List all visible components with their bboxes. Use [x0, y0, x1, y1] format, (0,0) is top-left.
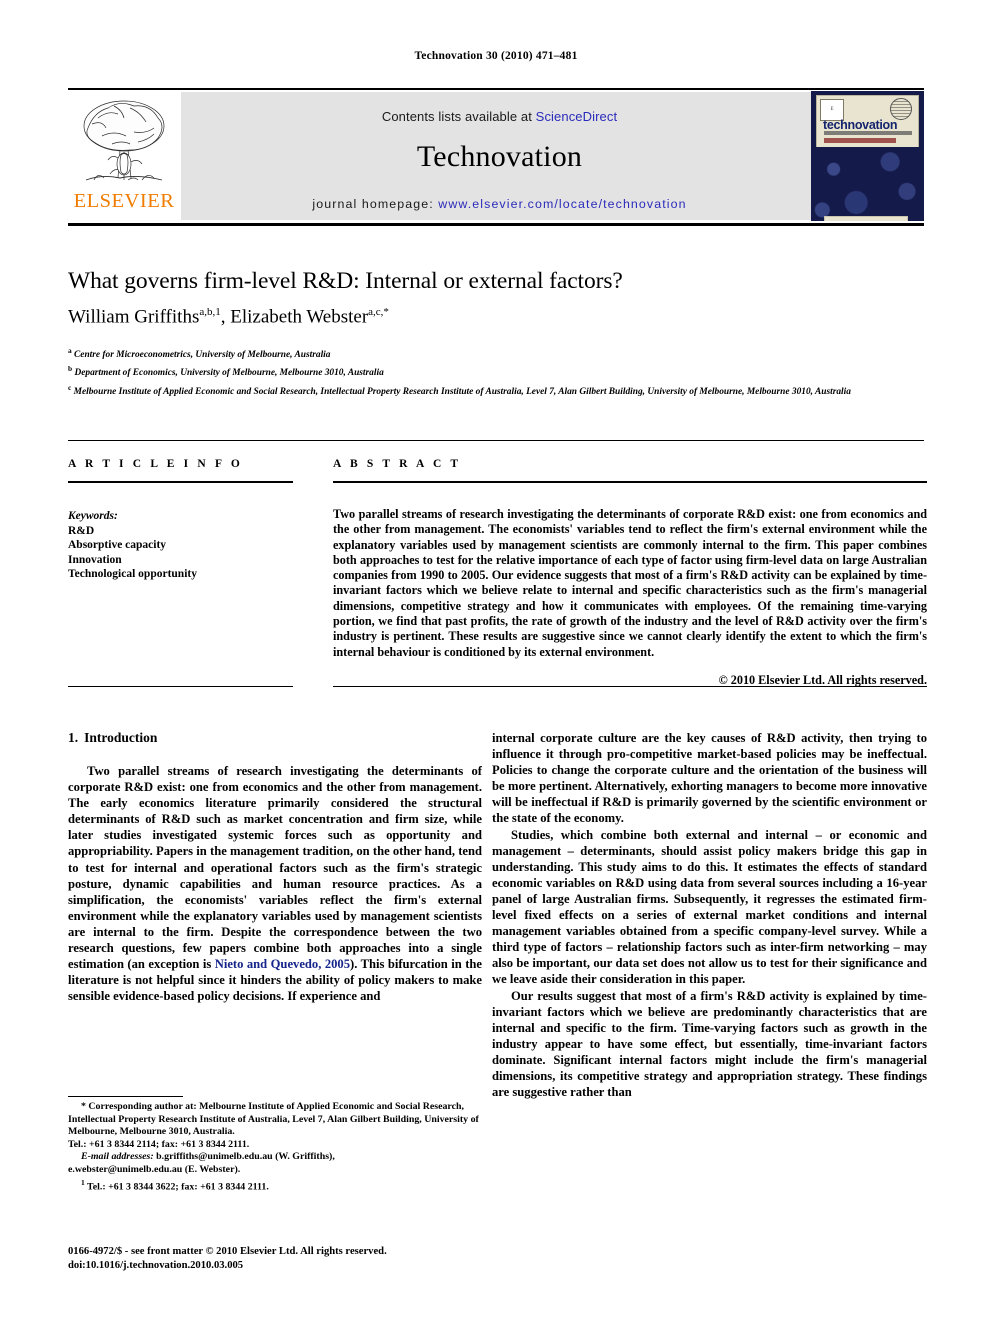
article-info-heading: A R T I C L E I N F O [68, 458, 243, 470]
affiliation-item: b Department of Economics, University of… [68, 362, 930, 380]
footnote-corresponding-tel: Tel.: +61 3 8344 2114; fax: +61 3 8344 2… [68, 1138, 250, 1150]
affiliation-mark: b [68, 364, 73, 374]
article-title: What governs firm-level R&D: Internal or… [68, 268, 623, 294]
section-number: 1. [68, 730, 79, 745]
keyword-item: Technological opportunity [68, 568, 197, 581]
paragraph-text: Two parallel streams of research investi… [68, 764, 482, 972]
body-paragraph: Two parallel streams of research investi… [68, 763, 482, 1004]
affiliation-list: a Centre for Microeconometrics, Universi… [68, 344, 930, 399]
contents-prefix: Contents lists available at [381, 109, 532, 124]
journal-article-page: Technovation 30 (2010) 471–481 ELSEVIER … [0, 0, 992, 1323]
journal-title: Technovation [416, 140, 583, 173]
elsevier-tree-icon [83, 100, 165, 181]
body-paragraph: internal corporate culture are the key c… [492, 731, 927, 826]
keywords-block: Keywords: R&D Absorptive capacity Innova… [68, 509, 293, 582]
cover-contents-panel [824, 216, 908, 221]
body-column-left: 1. Introduction Two parallel streams of r… [68, 730, 482, 1004]
footnote-divider [68, 1096, 183, 1097]
cover-subtitle-bar [824, 131, 912, 135]
banner-center: Contents lists available at ScienceDirec… [181, 92, 818, 220]
footnote-mark: 1 [81, 1177, 85, 1187]
elsevier-logo: ELSEVIER [68, 92, 180, 220]
author-name: Elizabeth Webster [230, 306, 369, 328]
elsevier-wordmark: ELSEVIER [73, 190, 175, 212]
author-separator: , [220, 306, 231, 328]
author-list: William Griffithsa,b,1, Elizabeth Webste… [68, 306, 928, 328]
cover-journal-name: technovation [823, 118, 898, 132]
cover-globe-icon [890, 98, 912, 120]
keywords-label: Keywords: [68, 510, 118, 522]
abstract-column: A B S T R A C T Two parallel streams of … [333, 458, 927, 688]
affiliation-item: c Melbourne Institute of Applied Economi… [68, 381, 930, 399]
cover-accent-bar [824, 138, 896, 143]
article-info-bottom-rule [68, 686, 293, 687]
footnote-email-second[interactable]: e.webster@unimelb.edu.au (E. Webster). [68, 1164, 482, 1177]
abstract-rule [333, 481, 927, 483]
journal-homepage-line: journal homepage: www.elsevier.com/locat… [181, 174, 818, 211]
sciencedirect-link[interactable]: ScienceDirect [536, 109, 618, 124]
email-label: E-mail addresses: [81, 1151, 154, 1163]
doi-line[interactable]: doi:10.1016/j.technovation.2010.03.005 [68, 1259, 538, 1273]
journal-homepage-link[interactable]: www.elsevier.com/locate/technovation [438, 197, 686, 211]
body-paragraph: Our results suggest that most of a firm'… [492, 988, 927, 1100]
author-name: William Griffiths [68, 306, 200, 328]
affiliation-mark: a [68, 346, 72, 355]
keyword-item: Innovation [68, 553, 122, 566]
footnote-corresponding-author: * Corresponding author at: Melbourne Ins… [68, 1101, 479, 1138]
abstract-heading: A B S T R A C T [333, 458, 462, 470]
affiliation-mark: c [68, 382, 72, 392]
author-marks: a,b,1 [199, 306, 221, 318]
journal-banner: ELSEVIER Contents lists available at Sci… [68, 88, 924, 226]
keyword-item: Absorptive capacity [68, 539, 167, 552]
keyword-item: R&D [68, 524, 95, 537]
author-marks: a,c,* [368, 306, 389, 318]
contents-available-line: Contents lists available at ScienceDirec… [181, 92, 818, 124]
citation-link[interactable]: Nieto and Quevedo, 2005 [215, 957, 350, 971]
homepage-prefix: journal homepage: [312, 197, 434, 211]
imprint-block: 0166-4972/$ - see front matter © 2010 El… [68, 1245, 538, 1272]
body-column-right: internal corporate culture are the key c… [492, 730, 927, 1100]
section-heading-introduction: 1. Introduction [68, 730, 482, 746]
footnote-block: * Corresponding author at: Melbourne Ins… [68, 1101, 482, 1193]
affiliation-text: Centre for Microeconometrics, University… [74, 350, 331, 361]
footnote-note-text: Tel.: +61 3 8344 3622; fax: +61 3 8344 2… [87, 1180, 269, 1192]
article-info-column: A R T I C L E I N F O Keywords: R&D Abso… [68, 458, 293, 582]
footnote-note-1: 1 Tel.: +61 3 8344 3622; fax: +61 3 8344… [68, 1177, 482, 1194]
abstract-bottom-rule [333, 686, 927, 687]
section-divider [68, 440, 924, 441]
cover-artwork [811, 147, 924, 221]
cover-masthead: E technovation [816, 95, 919, 149]
affiliation-text: Department of Economics, University of M… [74, 368, 384, 379]
email-address[interactable]: b.griffiths@unimelb.edu.au (W. Griffiths… [156, 1151, 335, 1162]
body-paragraph: Studies, which combine both external and… [492, 827, 927, 987]
abstract-text: Two parallel streams of research investi… [333, 507, 927, 659]
affiliation-item: a Centre for Microeconometrics, Universi… [68, 344, 930, 362]
article-info-rule [68, 481, 293, 483]
journal-cover-thumbnail: E technovation [811, 91, 924, 221]
running-head: Technovation 30 (2010) 471–481 [414, 50, 578, 62]
affiliation-text: Melbourne Institute of Applied Economic … [73, 386, 851, 397]
issn-copyright-line: 0166-4972/$ - see front matter © 2010 El… [68, 1246, 387, 1257]
section-title: Introduction [84, 730, 158, 745]
footnote-emails: E-mail addresses: b.griffiths@unimelb.ed… [68, 1151, 482, 1164]
